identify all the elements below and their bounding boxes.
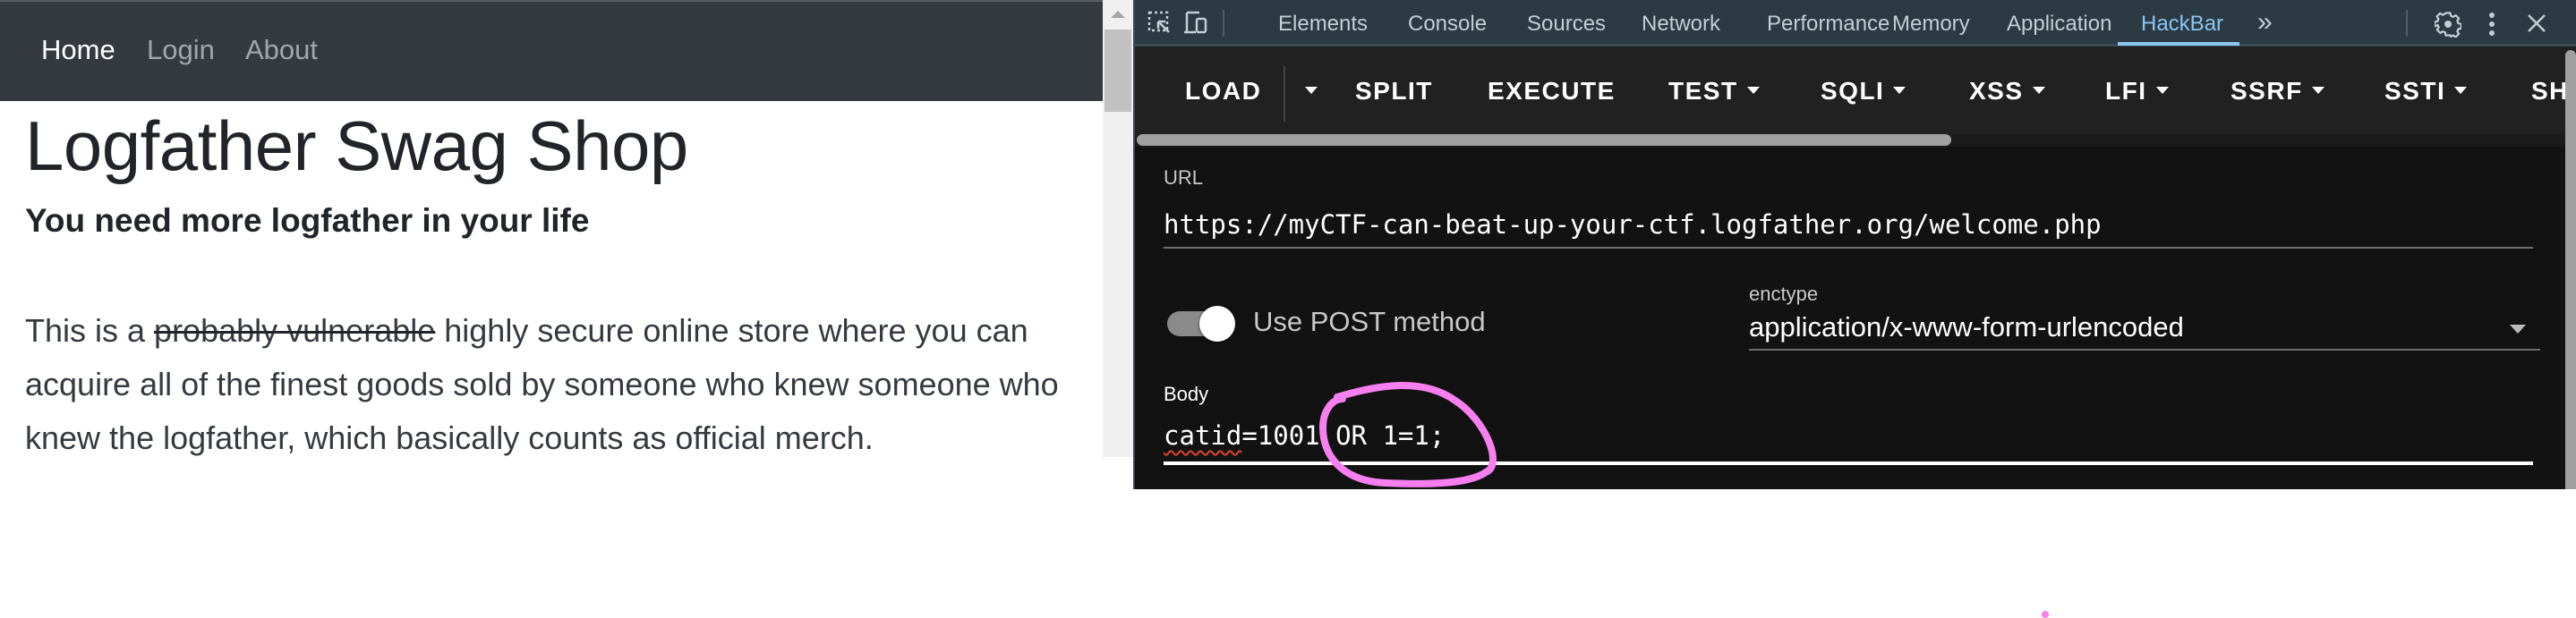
tab-application[interactable]: Application bbox=[2007, 12, 2111, 37]
toolbar-separator-right bbox=[2406, 10, 2408, 37]
body-value-rest: =1001 OR 1=1; bbox=[1241, 420, 1446, 451]
enctype-value: application/x-www-form-urlencoded bbox=[1749, 311, 2184, 343]
gear-icon[interactable] bbox=[2433, 11, 2462, 38]
navbar: Home Login About bbox=[0, 0, 1103, 101]
caret-down-icon bbox=[1305, 86, 1318, 94]
page-scrollbar-thumb[interactable] bbox=[1105, 30, 1131, 112]
sh-menu-button[interactable]: SH bbox=[2531, 77, 2569, 106]
post-method-toggle[interactable] bbox=[1167, 306, 1235, 342]
devtools-panel: Elements Console Sources Network Perform… bbox=[1133, 0, 2576, 489]
tab-performance[interactable]: Performance bbox=[1767, 12, 1889, 37]
body-label: Body bbox=[1164, 383, 1209, 405]
load-button[interactable]: LOAD bbox=[1185, 77, 1261, 106]
caret-down-icon bbox=[2032, 86, 2045, 94]
web-page: Home Login About Logfather Swag Shop You… bbox=[0, 0, 1103, 489]
url-input[interactable] bbox=[1164, 202, 2533, 249]
test-menu-button[interactable]: TEST bbox=[1668, 77, 1760, 106]
nav-link-home[interactable]: Home bbox=[41, 34, 115, 66]
post-method-label: Use POST method bbox=[1253, 306, 1486, 337]
tab-memory[interactable]: Memory bbox=[1892, 12, 1970, 37]
lfi-menu-label: LFI bbox=[2105, 77, 2147, 105]
spellcheck-word: catid bbox=[1164, 420, 1242, 451]
split-button[interactable]: SPLIT bbox=[1355, 77, 1433, 106]
more-tabs-chevron-icon[interactable]: » bbox=[2257, 7, 2273, 38]
hackbar-toolbar: LOAD SPLIT EXECUTE TEST SQLI XSS LFI SSR… bbox=[1135, 47, 2576, 147]
enctype-label: enctype bbox=[1749, 283, 1819, 305]
body-value: catid=1001 OR 1=1; bbox=[1164, 420, 1445, 451]
page-subtitle: You need more logfather in your life bbox=[25, 202, 590, 239]
tab-sources[interactable]: Sources bbox=[1527, 12, 1606, 37]
ssti-menu-label: SSTI bbox=[2384, 77, 2446, 105]
devtools-vertical-scrollbar[interactable] bbox=[2565, 50, 2576, 489]
inspect-element-icon[interactable] bbox=[1147, 11, 1173, 36]
device-toolbar-icon[interactable] bbox=[1183, 11, 1208, 36]
load-dropdown-button[interactable] bbox=[1296, 77, 1318, 106]
tab-network[interactable]: Network bbox=[1642, 12, 1720, 37]
nav-link-login[interactable]: Login bbox=[147, 34, 215, 66]
ssrf-menu-button[interactable]: SSRF bbox=[2231, 77, 2324, 106]
ssrf-menu-label: SSRF bbox=[2231, 77, 2303, 105]
tab-hackbar[interactable]: HackBar bbox=[2141, 12, 2223, 37]
caret-down-icon bbox=[1893, 86, 1906, 94]
toggle-knob bbox=[1199, 306, 1235, 342]
page-scrollbar[interactable] bbox=[1103, 0, 1133, 457]
nav-link-about[interactable]: About bbox=[245, 34, 318, 66]
body-input[interactable]: catid=1001 OR 1=1; bbox=[1164, 413, 2533, 465]
url-label: URL bbox=[1164, 166, 1204, 189]
sqli-menu-button[interactable]: SQLI bbox=[1821, 77, 1906, 106]
lfi-menu-button[interactable]: LFI bbox=[2105, 77, 2169, 106]
xss-menu-label: XSS bbox=[1969, 77, 2024, 105]
lead-struck-text: probably vulnerable bbox=[154, 312, 436, 349]
caret-down-icon bbox=[2311, 86, 2324, 94]
load-split-divider bbox=[1284, 66, 1285, 122]
annotation-dot bbox=[2042, 611, 2049, 618]
scroll-up-arrow-icon[interactable] bbox=[1111, 11, 1125, 18]
toolbar-separator bbox=[1223, 10, 1224, 37]
lead-paragraph: This is a probably vulnerable highly sec… bbox=[25, 304, 1099, 465]
ssti-menu-button[interactable]: SSTI bbox=[2384, 77, 2468, 106]
enctype-select[interactable]: application/x-www-form-urlencoded bbox=[1749, 309, 2540, 351]
dropdown-arrow-icon bbox=[2510, 325, 2526, 334]
page-title: Logfather Swag Shop bbox=[25, 106, 688, 185]
lead-text-before: This is a bbox=[25, 312, 155, 349]
tab-elements[interactable]: Elements bbox=[1278, 12, 1368, 37]
execute-button[interactable]: EXECUTE bbox=[1488, 77, 1616, 106]
test-menu-label: TEST bbox=[1668, 77, 1738, 105]
tab-console[interactable]: Console bbox=[1408, 12, 1487, 37]
more-vert-icon[interactable] bbox=[2479, 11, 2504, 36]
active-tab-indicator bbox=[2118, 42, 2239, 46]
caret-down-icon bbox=[2155, 86, 2169, 94]
sqli-menu-label: SQLI bbox=[1821, 77, 1885, 105]
toolbar-scrollbar-thumb[interactable] bbox=[1137, 134, 1951, 146]
caret-down-icon bbox=[1746, 86, 1760, 94]
toolbar-horizontal-scrollbar[interactable] bbox=[1135, 134, 2576, 147]
caret-down-icon bbox=[2454, 86, 2468, 94]
xss-menu-button[interactable]: XSS bbox=[1969, 77, 2045, 106]
devtools-tabbar: Elements Console Sources Network Perform… bbox=[1135, 0, 2576, 47]
close-icon[interactable] bbox=[2524, 11, 2549, 36]
